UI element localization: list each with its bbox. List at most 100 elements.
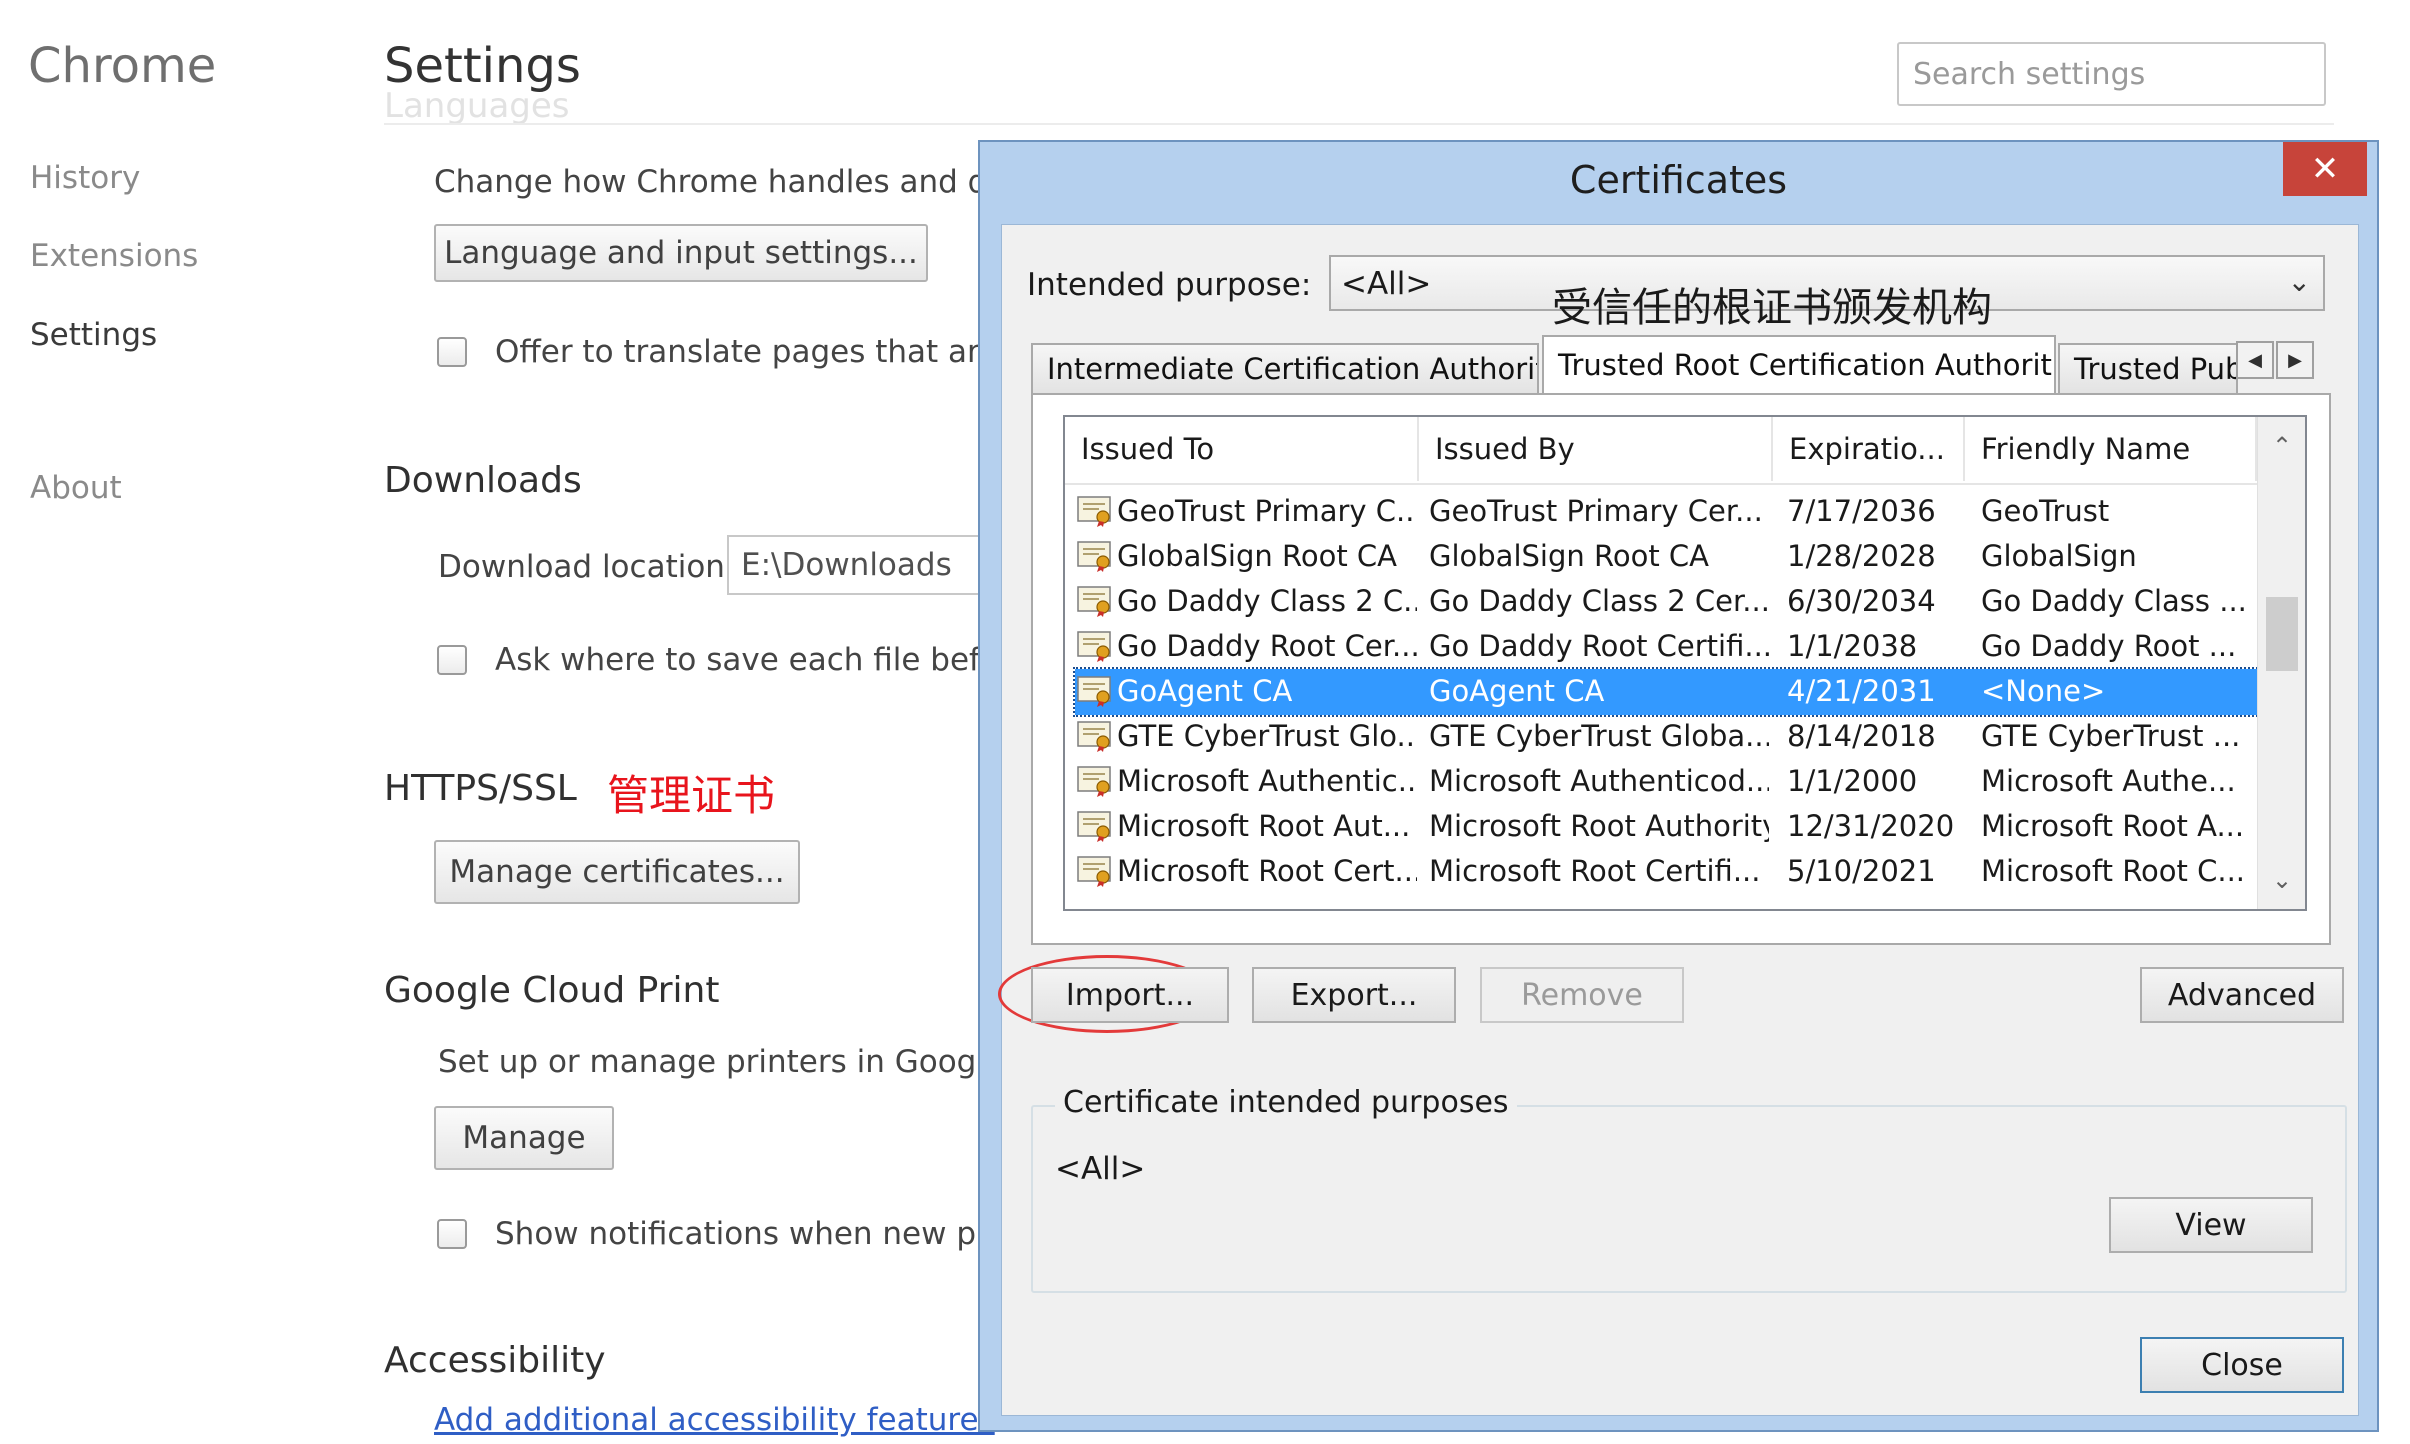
column-issued-by[interactable]: Issued By <box>1419 417 1773 481</box>
column-issued-to[interactable]: Issued To <box>1065 417 1419 481</box>
cell-issued-by: Go Daddy Class 2 Cer... <box>1429 584 1769 618</box>
download-location-label: Download location: <box>438 549 736 585</box>
tab-intermediate[interactable]: Intermediate Certification Authorities <box>1031 343 1539 393</box>
certificate-icon <box>1077 585 1113 617</box>
tab-trusted-publishers[interactable]: Trusted Publ <box>2058 343 2238 393</box>
search-placeholder: Search settings <box>1913 57 2146 92</box>
nav-history[interactable]: History <box>30 160 140 196</box>
table-row[interactable]: Go Daddy Class 2 C... Go Daddy Class 2 Ce… <box>1075 579 2259 625</box>
certificate-list[interactable]: Issued To Issued By Expiratio... Friendl… <box>1063 415 2307 911</box>
view-button[interactable]: View <box>2109 1197 2313 1253</box>
cell-friendly-name: Go Daddy Root ... <box>1981 629 2237 663</box>
cloud-print-manage-button[interactable]: Manage <box>434 1106 614 1170</box>
intended-purposes-group: Certificate intended purposes <All> View <box>1031 1085 2347 1293</box>
close-button[interactable]: Close <box>2140 1337 2344 1393</box>
tab-scroll-left-icon[interactable]: ◀ <box>2236 341 2274 379</box>
print-notify-checkbox-label: Show notifications when new print <box>495 1216 1030 1252</box>
cell-issued-by: GTE CyberTrust Globa... <box>1429 719 1769 753</box>
list-header: Issued To Issued By Expiratio... Friendl… <box>1065 417 2257 485</box>
cell-friendly-name: Go Daddy Class ... <box>1981 584 2247 618</box>
cell-expiration: 4/21/2031 <box>1787 674 1936 708</box>
column-friendly-name[interactable]: Friendly Name <box>1965 417 2257 481</box>
cell-issued-to: Go Daddy Class 2 C... <box>1117 584 1417 618</box>
certificate-icon <box>1077 540 1113 572</box>
scroll-thumb[interactable] <box>2266 597 2298 671</box>
tab-trusted-root[interactable]: Trusted Root Certification Authorities <box>1542 335 2056 393</box>
cell-expiration: 8/14/2018 <box>1787 719 1936 753</box>
cell-issued-to: Microsoft Root Cert... <box>1117 854 1417 888</box>
column-expiration[interactable]: Expiratio... <box>1773 417 1965 481</box>
cell-issued-to: GeoTrust Primary C... <box>1117 494 1417 528</box>
intended-purposes-value: <All> <box>1055 1151 1146 1187</box>
manage-certificates-button[interactable]: Manage certificates... <box>434 840 800 904</box>
download-location-value: E:\Downloads <box>741 547 952 583</box>
table-row[interactable]: Microsoft Root Cert... Microsoft Root Cer… <box>1075 849 2259 895</box>
downloads-heading: Downloads <box>384 460 582 501</box>
tab-scroll-right-icon[interactable]: ▶ <box>2276 341 2314 379</box>
table-row[interactable]: Go Daddy Root Cer... Go Daddy Root Certif… <box>1075 624 2259 670</box>
cloud-print-heading: Google Cloud Print <box>384 970 720 1011</box>
cell-issued-to: Go Daddy Root Cer... <box>1117 629 1417 663</box>
intended-purposes-legend: Certificate intended purposes <box>1055 1085 1517 1120</box>
cell-issued-by: Microsoft Root Authority <box>1429 809 1769 843</box>
advanced-button[interactable]: Advanced <box>2140 967 2344 1023</box>
scroll-up-icon[interactable]: ⌃ <box>2258 423 2305 469</box>
cell-issued-to: Microsoft Authentic... <box>1117 764 1417 798</box>
cell-issued-by: GeoTrust Primary Cer... <box>1429 494 1763 528</box>
dialog-close-icon[interactable]: ✕ <box>2283 142 2367 196</box>
table-row[interactable]: Microsoft Root Aut... Microsoft Root Auth… <box>1075 804 2259 850</box>
languages-heading-faded: Languages <box>384 86 570 126</box>
nav-settings[interactable]: Settings <box>30 317 157 353</box>
dialog-body: Intended purpose: <All> ⌄ 受信任的根证书颁发机构 In… <box>998 224 2359 1416</box>
add-accessibility-link[interactable]: Add additional accessibility features <box>434 1402 995 1438</box>
cell-issued-by: Go Daddy Root Certifi... <box>1429 629 1769 663</box>
cell-issued-to: GlobalSign Root CA <box>1117 539 1397 573</box>
intended-purpose-value: <All> <box>1341 266 1432 302</box>
certificate-icon <box>1077 630 1113 662</box>
cell-friendly-name: <None> <box>1981 674 2106 708</box>
cell-expiration: 1/1/2000 <box>1787 764 1918 798</box>
table-row[interactable]: GlobalSign Root CA GlobalSign Root CA 1/28… <box>1075 534 2259 580</box>
search-settings-input[interactable]: Search settings <box>1897 42 2326 106</box>
certificates-dialog: Certificates ✕ Intended purpose: <All> ⌄… <box>978 140 2379 1432</box>
cell-friendly-name: Microsoft Root A... <box>1981 809 2245 843</box>
cloud-print-description: Set up or manage printers in Google C <box>438 1044 1036 1080</box>
export-button[interactable]: Export... <box>1252 967 1456 1023</box>
import-button[interactable]: Import... <box>1031 967 1229 1023</box>
translate-checkbox-label: Offer to translate pages that aren' <box>495 334 1027 370</box>
ask-save-checkbox-label: Ask where to save each file before <box>495 642 1031 678</box>
ask-save-checkbox[interactable] <box>437 645 467 675</box>
cell-expiration: 12/31/2020 <box>1787 809 1955 843</box>
scroll-down-icon[interactable]: ⌄ <box>2258 857 2305 903</box>
table-row[interactable]: GTE CyberTrust Glo... GTE CyberTrust Glob… <box>1075 714 2259 760</box>
cell-issued-to: GTE CyberTrust Glo... <box>1117 719 1417 753</box>
cell-friendly-name: Microsoft Authe... <box>1981 764 2236 798</box>
list-scrollbar[interactable]: ⌃ ⌄ <box>2257 417 2305 909</box>
table-row[interactable]: GoAgent CA GoAgent CA 4/21/2031 <None> <box>1073 667 2261 717</box>
cell-expiration: 1/28/2028 <box>1787 539 1936 573</box>
chevron-down-icon: ⌄ <box>2287 265 2311 298</box>
cell-issued-by: Microsoft Authenticod... <box>1429 764 1769 798</box>
cell-issued-by: GlobalSign Root CA <box>1429 539 1709 573</box>
table-row[interactable]: GeoTrust Primary C... GeoTrust Primary Ce… <box>1075 489 2259 535</box>
trusted-root-annotation: 受信任的根证书颁发机构 <box>1552 285 1992 331</box>
languages-description: Change how Chrome handles and disp <box>434 164 1032 200</box>
certificate-icon <box>1077 765 1113 797</box>
cell-friendly-name: GlobalSign <box>1981 539 2137 573</box>
nav-extensions[interactable]: Extensions <box>30 238 198 274</box>
table-row[interactable]: Microsoft Authentic... Microsoft Authenti… <box>1075 759 2259 805</box>
language-input-settings-button[interactable]: Language and input settings... <box>434 224 928 282</box>
cell-expiration: 5/10/2021 <box>1787 854 1936 888</box>
certificate-icon <box>1077 720 1113 752</box>
dialog-title: Certificates <box>1569 158 1788 202</box>
nav-about[interactable]: About <box>30 470 122 506</box>
print-notify-checkbox[interactable] <box>437 1219 467 1249</box>
https-ssl-heading: HTTPS/SSL <box>384 768 577 809</box>
translate-checkbox[interactable] <box>437 337 467 367</box>
accessibility-heading: Accessibility <box>384 1340 606 1381</box>
cell-issued-to: Microsoft Root Aut... <box>1117 809 1411 843</box>
certificate-icon <box>1077 675 1113 707</box>
download-location-input[interactable]: E:\Downloads <box>727 535 987 595</box>
chrome-brand: Chrome <box>28 38 217 94</box>
remove-button[interactable]: Remove <box>1480 967 1684 1023</box>
